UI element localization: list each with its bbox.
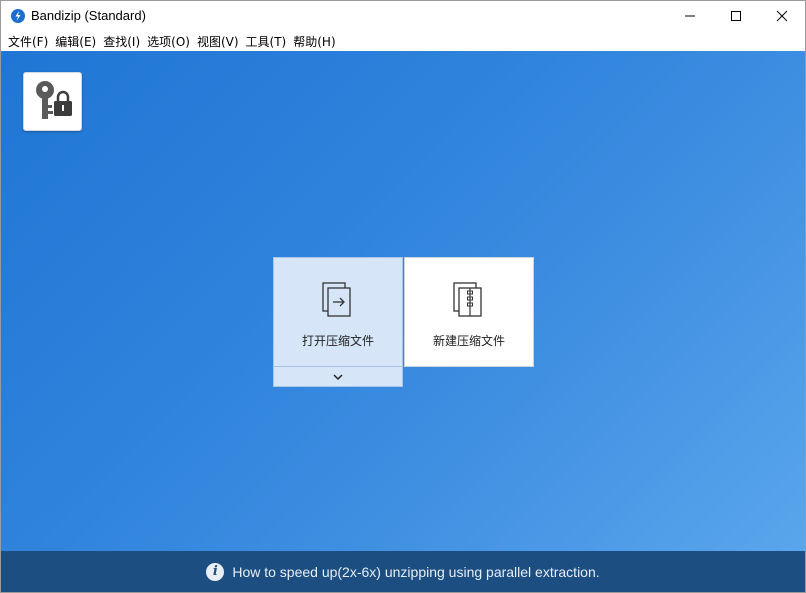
menu-help[interactable]: 帮助(H) bbox=[293, 33, 335, 50]
open-archive-icon bbox=[322, 282, 351, 317]
bandizip-logo-icon bbox=[11, 9, 25, 23]
title-bar[interactable]: Bandizip (Standard) bbox=[1, 1, 805, 31]
menu-tools[interactable]: 工具(T) bbox=[246, 33, 287, 50]
window-title: Bandizip (Standard) bbox=[31, 8, 146, 23]
info-glyph: i bbox=[212, 564, 218, 579]
chevron-down-icon bbox=[333, 373, 343, 380]
close-button[interactable] bbox=[759, 1, 805, 31]
app-window: Bandizip (Standard) 文件(F) 编辑(E) 查找(I) 选项… bbox=[0, 0, 806, 593]
menu-bar: 文件(F) 编辑(E) 查找(I) 选项(O) 视图(V) 工具(T) 帮助(H… bbox=[1, 31, 805, 51]
menu-find[interactable]: 查找(I) bbox=[103, 33, 140, 50]
tip-link[interactable]: How to speed up(2x-6x) unzipping using p… bbox=[232, 564, 599, 580]
menu-options[interactable]: 选项(O) bbox=[147, 33, 190, 50]
open-archive-label: 打开压缩文件 bbox=[301, 334, 374, 348]
new-archive-button[interactable]: 新建压缩文件 bbox=[404, 257, 534, 367]
minimize-button[interactable] bbox=[667, 1, 713, 31]
menu-file[interactable]: 文件(F) bbox=[8, 33, 48, 50]
open-archive-dropdown[interactable] bbox=[273, 366, 403, 387]
menu-edit[interactable]: 编辑(E) bbox=[55, 33, 96, 50]
open-archive-button[interactable]: 打开压缩文件 bbox=[273, 257, 403, 367]
password-manager-button[interactable] bbox=[23, 72, 82, 131]
info-icon: i bbox=[206, 562, 225, 581]
password-lock-icon bbox=[36, 81, 72, 119]
status-bar: i How to speed up(2x-6x) unzipping using… bbox=[1, 551, 805, 592]
new-archive-label: 新建压缩文件 bbox=[432, 334, 505, 348]
menu-view[interactable]: 视图(V) bbox=[197, 33, 239, 50]
maximize-button[interactable] bbox=[713, 1, 759, 31]
new-archive-icon bbox=[453, 282, 482, 317]
main-area: 打开压缩文件 新建压缩文件 bbox=[1, 51, 805, 551]
